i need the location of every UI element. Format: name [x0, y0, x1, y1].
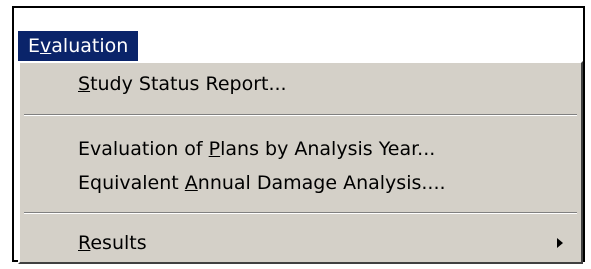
menu-item-accelerator: A: [184, 172, 198, 194]
menu-item-results[interactable]: Results: [20, 226, 581, 260]
menu-bar: Evaluation: [18, 31, 139, 61]
menu-item-evaluation-of-plans[interactable]: Evaluation of Plans by Analysis Year...: [20, 132, 581, 166]
evaluation-dropdown-menu: Study Status Report... Evaluation of Pla…: [18, 61, 583, 264]
menu-item-study-status-report[interactable]: Study Status Report...: [20, 67, 581, 101]
submenu-arrow-icon: [557, 238, 563, 248]
menu-item-label-suffix: lans by Analysis Year...: [220, 138, 436, 160]
menu-item-label-suffix: tudy Status Report...: [90, 73, 287, 95]
menu-title-accelerator: v: [40, 35, 52, 57]
menu-item-label-prefix: Evaluation of: [78, 138, 209, 160]
menu-title-prefix: E: [28, 35, 41, 57]
menu-item-accelerator: R: [78, 232, 91, 254]
menu-item-accelerator: S: [78, 73, 91, 95]
menu-item-accelerator: P: [208, 138, 221, 160]
menu-separator: [24, 212, 577, 214]
menu-item-equivalent-annual-damage[interactable]: Equivalent Annual Damage Analysis....: [20, 166, 581, 200]
menu-title-suffix: aluation: [51, 35, 129, 57]
menu-item-label-suffix: esults: [90, 232, 147, 254]
menu-evaluation[interactable]: Evaluation: [18, 31, 139, 61]
menu-item-label-suffix: nnual Damage Analysis....: [197, 172, 446, 194]
menu-item-label-prefix: Equivalent: [78, 172, 185, 194]
menu-separator: [24, 114, 577, 116]
